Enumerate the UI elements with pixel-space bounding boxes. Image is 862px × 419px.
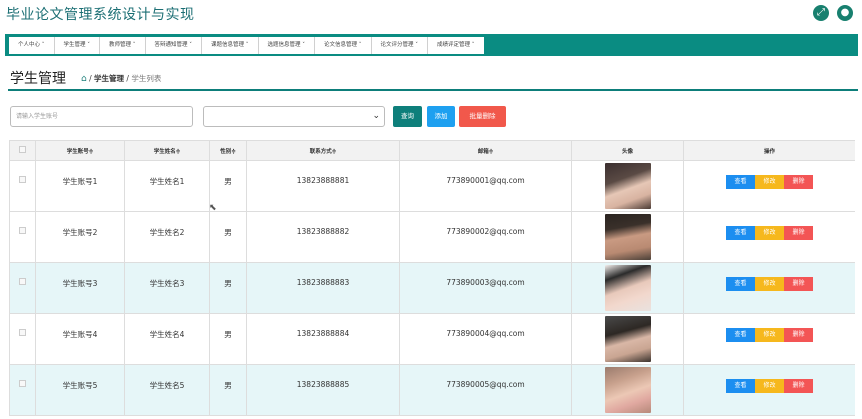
breadcrumb-section[interactable]: 学生管理 [94, 74, 124, 83]
nav-item-teacher-management[interactable]: 教师管理 ˅ [100, 37, 146, 54]
home-icon[interactable]: ⌂ [81, 74, 87, 84]
cell-account: 学生账号5 [35, 364, 125, 416]
app-title: 毕业论文管理系统设计与实现 [6, 7, 195, 23]
breadcrumb-separator: / [89, 74, 92, 83]
column-header-email[interactable]: 邮箱≑ [399, 140, 572, 161]
cell-phone: 13823888883 [246, 262, 400, 314]
cell-email: 773890001@qq.com [399, 160, 572, 212]
breadcrumb-current: 学生列表 [131, 74, 162, 83]
cell-phone: 13823888884 [246, 313, 400, 365]
table-row: 学生账号3 学生姓名3 男 13823888883 773890003@qq.c… [9, 262, 855, 314]
cell-name: 学生姓名3 [124, 262, 210, 314]
nav-item-grade-evaluation[interactable]: 成绩评定管理 ˅ [428, 37, 484, 54]
nav-item-topic-info[interactable]: 课题信息管理 ˅ [202, 37, 259, 54]
breadcrumb-separator: / [126, 74, 129, 83]
edit-button[interactable]: 修改 [755, 175, 784, 189]
cell-account: 学生账号3 [35, 262, 125, 314]
cell-email: 773890005@qq.com [399, 364, 572, 416]
table-row: 学生账号5 学生姓名5 男 13823888885 773890005@qq.c… [9, 364, 855, 416]
cell-account: 学生账号4 [35, 313, 125, 365]
nav-item-thesis-grading[interactable]: 论文评分管理 ˅ [372, 37, 428, 54]
avatar[interactable] [604, 316, 651, 362]
nav-item-defense-notice[interactable]: 答辩通知管理 ˅ [146, 37, 202, 54]
page-title: 学生管理 [10, 71, 66, 87]
cell-phone: 13823888881 [246, 160, 400, 212]
edit-button[interactable]: 修改 [755, 379, 784, 393]
breadcrumb: ⌂ / 学生管理 / 学生列表 [81, 73, 161, 84]
user-icon[interactable]: ● [837, 5, 853, 21]
view-button[interactable]: 查看 [726, 226, 755, 240]
cell-email: 773890003@qq.com [399, 262, 572, 314]
nav-item-personal-center[interactable]: 个人中心 ˅ [9, 37, 55, 54]
edit-button[interactable]: 修改 [755, 328, 784, 342]
column-header-phone[interactable]: 联系方式≑ [246, 140, 400, 161]
column-header-gender[interactable]: 性别≑ [209, 140, 247, 161]
view-button[interactable]: 查看 [726, 379, 755, 393]
view-button[interactable]: 查看 [726, 175, 755, 189]
row-checkbox[interactable] [9, 211, 36, 263]
batch-delete-button[interactable]: 批量删除 [459, 106, 506, 127]
cell-account: 学生账号1 [35, 160, 125, 212]
student-account-search-input[interactable] [10, 106, 193, 127]
column-header-name[interactable]: 学生姓名≑ [124, 140, 210, 161]
cell-phone: 13823888882 [246, 211, 400, 263]
cell-name: 学生姓名5 [124, 364, 210, 416]
delete-button[interactable]: 删除 [784, 379, 813, 393]
main-nav: 个人中心 ˅ 学生管理 ˅ 教师管理 ˅ 答辩通知管理 ˅ 课题信息管理 ˅ 选… [5, 34, 858, 56]
query-button[interactable]: 查询 [393, 106, 422, 127]
row-checkbox[interactable] [9, 313, 36, 365]
nav-item-student-management[interactable]: 学生管理 ˅ [55, 37, 100, 54]
chevron-down-icon: ⌄ [372, 111, 380, 121]
cell-gender: 男 [209, 262, 247, 314]
cell-name: 学生姓名2 [124, 211, 210, 263]
row-checkbox[interactable] [9, 364, 36, 416]
nav-menu: 个人中心 ˅ 学生管理 ˅ 教师管理 ˅ 答辩通知管理 ˅ 课题信息管理 ˅ 选… [9, 37, 484, 54]
cell-phone: 13823888885 [246, 364, 400, 416]
table-row: 学生账号1 学生姓名1 男 13823888881 773890001@qq.c… [9, 160, 855, 212]
top-bar: 毕业论文管理系统设计与实现 ⤢ ● [0, 0, 862, 28]
avatar[interactable] [604, 214, 651, 260]
student-table: 学生账号≑ 学生姓名≑ 性别≑ 联系方式≑ 邮箱≑ 头像 操作 学生账号1 学生… [9, 140, 855, 419]
select-all-checkbox[interactable] [9, 140, 36, 161]
table-header-row: 学生账号≑ 学生姓名≑ 性别≑ 联系方式≑ 邮箱≑ 头像 操作 [9, 140, 855, 161]
cell-gender: 男 [209, 364, 247, 416]
table-row: 学生账号4 学生姓名4 男 13823888884 773890004@qq.c… [9, 313, 855, 365]
column-header-account[interactable]: 学生账号≑ [35, 140, 125, 161]
add-button[interactable]: 添加 [427, 106, 455, 127]
row-checkbox[interactable] [9, 160, 36, 212]
edit-button[interactable]: 修改 [755, 226, 784, 240]
cell-gender: 男 [209, 211, 247, 263]
delete-button[interactable]: 删除 [784, 175, 813, 189]
page-header: 学生管理 ⌂ / 学生管理 / 学生列表 [8, 66, 858, 91]
cell-name: 学生姓名1 [124, 160, 210, 212]
table-row: 学生账号2 学生姓名2 男 13823888882 773890002@qq.c… [9, 211, 855, 263]
column-header-avatar: 头像 [571, 140, 684, 161]
cell-email: 773890004@qq.com [399, 313, 572, 365]
nav-item-thesis-info[interactable]: 论文信息管理 ˅ [315, 37, 372, 54]
delete-button[interactable]: 删除 [784, 277, 813, 291]
expand-icon[interactable]: ⤢ [813, 5, 829, 21]
nav-item-topic-selection[interactable]: 选题信息管理 ˅ [259, 37, 315, 54]
mouse-cursor-icon: ⬉ [209, 203, 217, 213]
delete-button[interactable]: 删除 [784, 226, 813, 240]
cell-account: 学生账号2 [35, 211, 125, 263]
row-checkbox[interactable] [9, 262, 36, 314]
avatar[interactable] [604, 163, 651, 209]
cell-email: 773890002@qq.com [399, 211, 572, 263]
view-button[interactable]: 查看 [726, 277, 755, 291]
view-button[interactable]: 查看 [726, 328, 755, 342]
edit-button[interactable]: 修改 [755, 277, 784, 291]
cell-name: 学生姓名4 [124, 313, 210, 365]
avatar[interactable] [604, 265, 651, 311]
filter-select[interactable]: ⌄ [203, 106, 385, 127]
delete-button[interactable]: 删除 [784, 328, 813, 342]
avatar[interactable] [604, 367, 651, 413]
cell-gender: 男 [209, 313, 247, 365]
column-header-actions: 操作 [683, 140, 855, 161]
